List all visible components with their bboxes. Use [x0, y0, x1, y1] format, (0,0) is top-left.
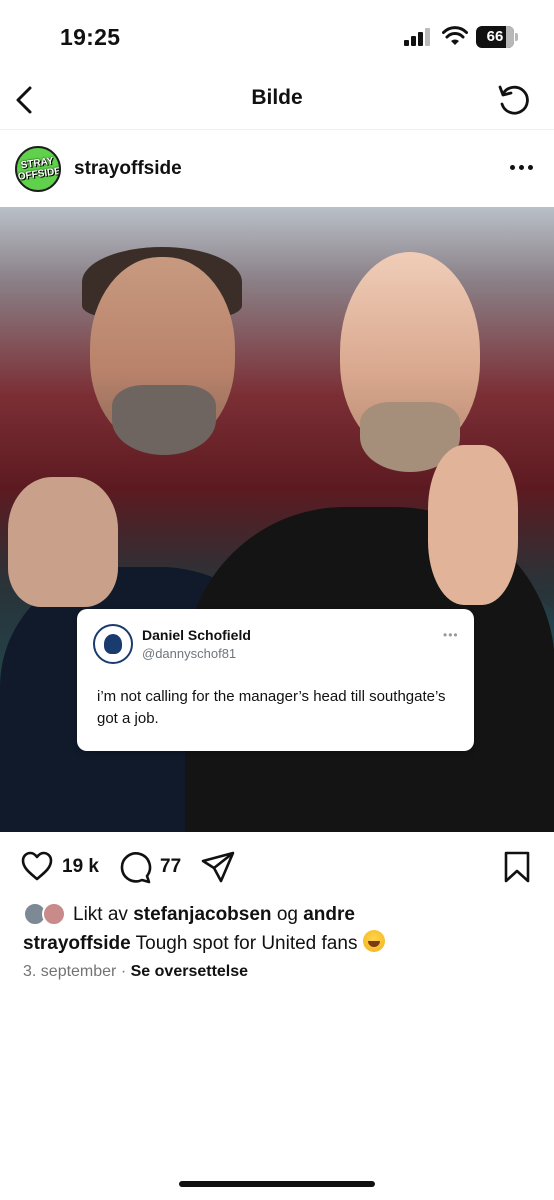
person-right-hands	[428, 445, 518, 605]
liker-username[interactable]: andre	[303, 904, 355, 925]
comment-icon[interactable]	[118, 850, 152, 884]
post-image[interactable]: Daniel Schofield @dannyschof81 ••• i’m n…	[0, 207, 554, 832]
nav-bar: Bilde	[0, 70, 554, 130]
cellular-signal-icon	[404, 28, 434, 46]
liker-username[interactable]: stefanjacobsen	[133, 904, 271, 925]
comments-count[interactable]: 77	[160, 856, 181, 878]
liker-avatar	[42, 902, 66, 926]
liked-by-joiner: og	[276, 904, 298, 925]
liked-by-prefix: Likt av	[73, 904, 128, 925]
laughing-emoji-icon	[362, 930, 385, 952]
post-meta: 3. september · Se oversettelse	[23, 963, 248, 981]
page-title: Bilde	[251, 86, 303, 109]
status-time: 19:25	[60, 24, 121, 50]
meta-separator: ·	[120, 963, 127, 980]
wifi-icon	[442, 26, 468, 45]
post-header: STRAY OFFSIDE strayoffside	[0, 138, 554, 202]
more-options-icon[interactable]	[510, 165, 536, 173]
tweet-more-icon: •••	[443, 628, 459, 642]
refresh-icon[interactable]	[494, 80, 534, 120]
likes-count[interactable]: 19 k	[62, 856, 99, 878]
status-bar: 19:25 66	[0, 0, 554, 70]
home-indicator[interactable]	[179, 1181, 375, 1187]
share-icon[interactable]	[200, 850, 236, 884]
post-date: 3. september	[23, 963, 117, 980]
caption-username[interactable]: strayoffside	[23, 933, 131, 954]
tweet-author-name: Daniel Schofield	[142, 627, 251, 643]
post-username[interactable]: strayoffside	[74, 158, 182, 180]
battery-level: 66	[486, 28, 504, 45]
see-translation-link[interactable]: Se oversettelse	[131, 963, 248, 980]
caption-text: Tough spot for United fans	[135, 933, 358, 954]
liked-by-text: Likt av stefanjacobsen og andre	[73, 904, 355, 926]
bookmark-icon[interactable]	[503, 850, 531, 884]
heart-icon[interactable]	[20, 850, 54, 882]
post-caption: strayoffside Tough spot for United fans	[23, 930, 543, 957]
tweet-text: i’m not calling for the manager’s head t…	[97, 688, 446, 727]
person-left-hands	[8, 477, 118, 607]
avatar-logo-text: STRAY OFFSIDE	[17, 155, 61, 183]
liked-by-row[interactable]: Likt av stefanjacobsen og andre	[0, 900, 554, 930]
profile-avatar[interactable]: STRAY OFFSIDE	[15, 146, 61, 192]
tweet-card: Daniel Schofield @dannyschof81 ••• i’m n…	[77, 609, 474, 751]
tweet-author-handle: @dannyschof81	[142, 646, 237, 661]
tweet-avatar	[93, 624, 133, 664]
post-actions: 19 k 77	[0, 846, 554, 888]
person-left-beard	[112, 385, 216, 455]
battery-icon: 66	[476, 26, 518, 48]
